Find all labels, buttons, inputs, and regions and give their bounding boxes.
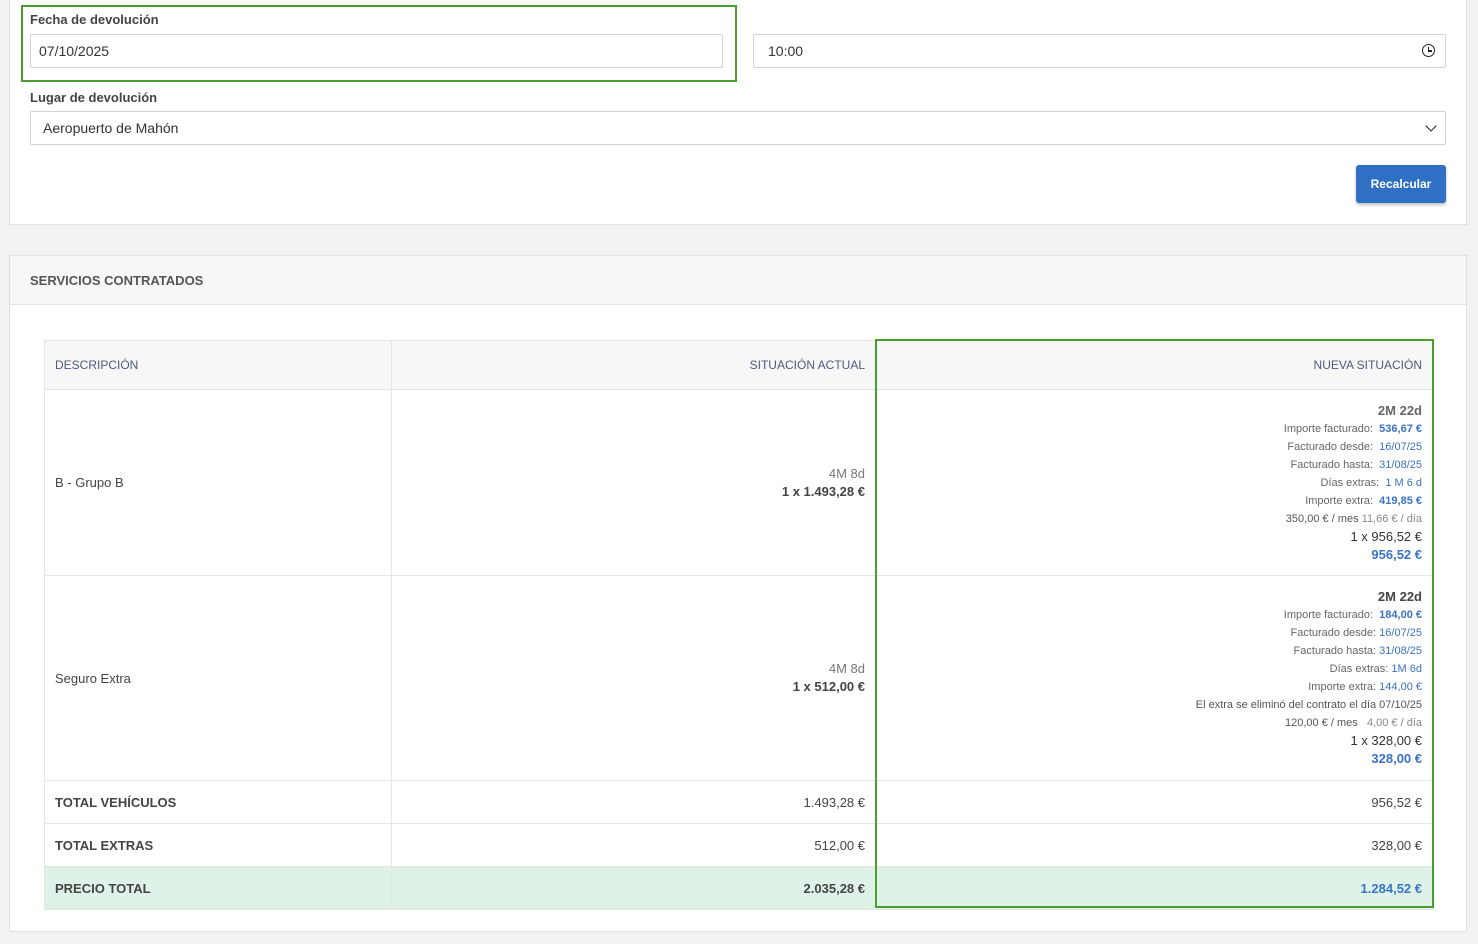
return-place-label: Lugar de devolución xyxy=(30,90,158,105)
return-place-select[interactable]: Aeropuerto de Mahón xyxy=(30,111,1446,145)
return-place-value: Aeropuerto de Mahón xyxy=(43,120,179,136)
return-date-input[interactable]: 07/10/2025 xyxy=(30,34,723,68)
chevron-down-icon xyxy=(1425,120,1437,132)
row-current: 4M 8d 1 x 1.493,28 € xyxy=(391,389,877,576)
clock-icon[interactable] xyxy=(1422,44,1435,57)
services-header: SERVICIOS CONTRATADOS xyxy=(10,256,1466,305)
row-description: Seguro Extra xyxy=(44,575,392,781)
current-duration: 4M 8d xyxy=(828,465,865,481)
grand-total-label: PRECIO TOTAL xyxy=(44,866,392,910)
total-current: 1.493,28 € xyxy=(391,780,877,824)
return-time-input[interactable]: 10:00 xyxy=(753,34,1446,68)
recalculate-button[interactable]: Recalcular xyxy=(1356,165,1446,203)
total-label: TOTAL VEHÍCULOS xyxy=(44,780,392,824)
current-amount: 1 x 512,00 € xyxy=(792,679,865,694)
new-situation-highlight xyxy=(875,339,1434,908)
total-current: 512,00 € xyxy=(391,823,877,867)
total-label: TOTAL EXTRAS xyxy=(44,823,392,867)
row-description: B - Grupo B xyxy=(44,389,392,576)
column-header-current: SITUACIÓN ACTUAL xyxy=(391,340,877,390)
current-duration: 4M 8d xyxy=(828,661,865,676)
row-current: 4M 8d 1 x 512,00 € xyxy=(391,575,877,781)
current-amount: 1 x 1.493,28 € xyxy=(781,483,865,499)
return-date-label: Fecha de devolución xyxy=(30,12,159,27)
return-time-value: 10:00 xyxy=(768,43,804,59)
grand-total-current: 2.035,28 € xyxy=(391,866,877,910)
column-header-description: DESCRIPCIÓN xyxy=(44,340,392,390)
